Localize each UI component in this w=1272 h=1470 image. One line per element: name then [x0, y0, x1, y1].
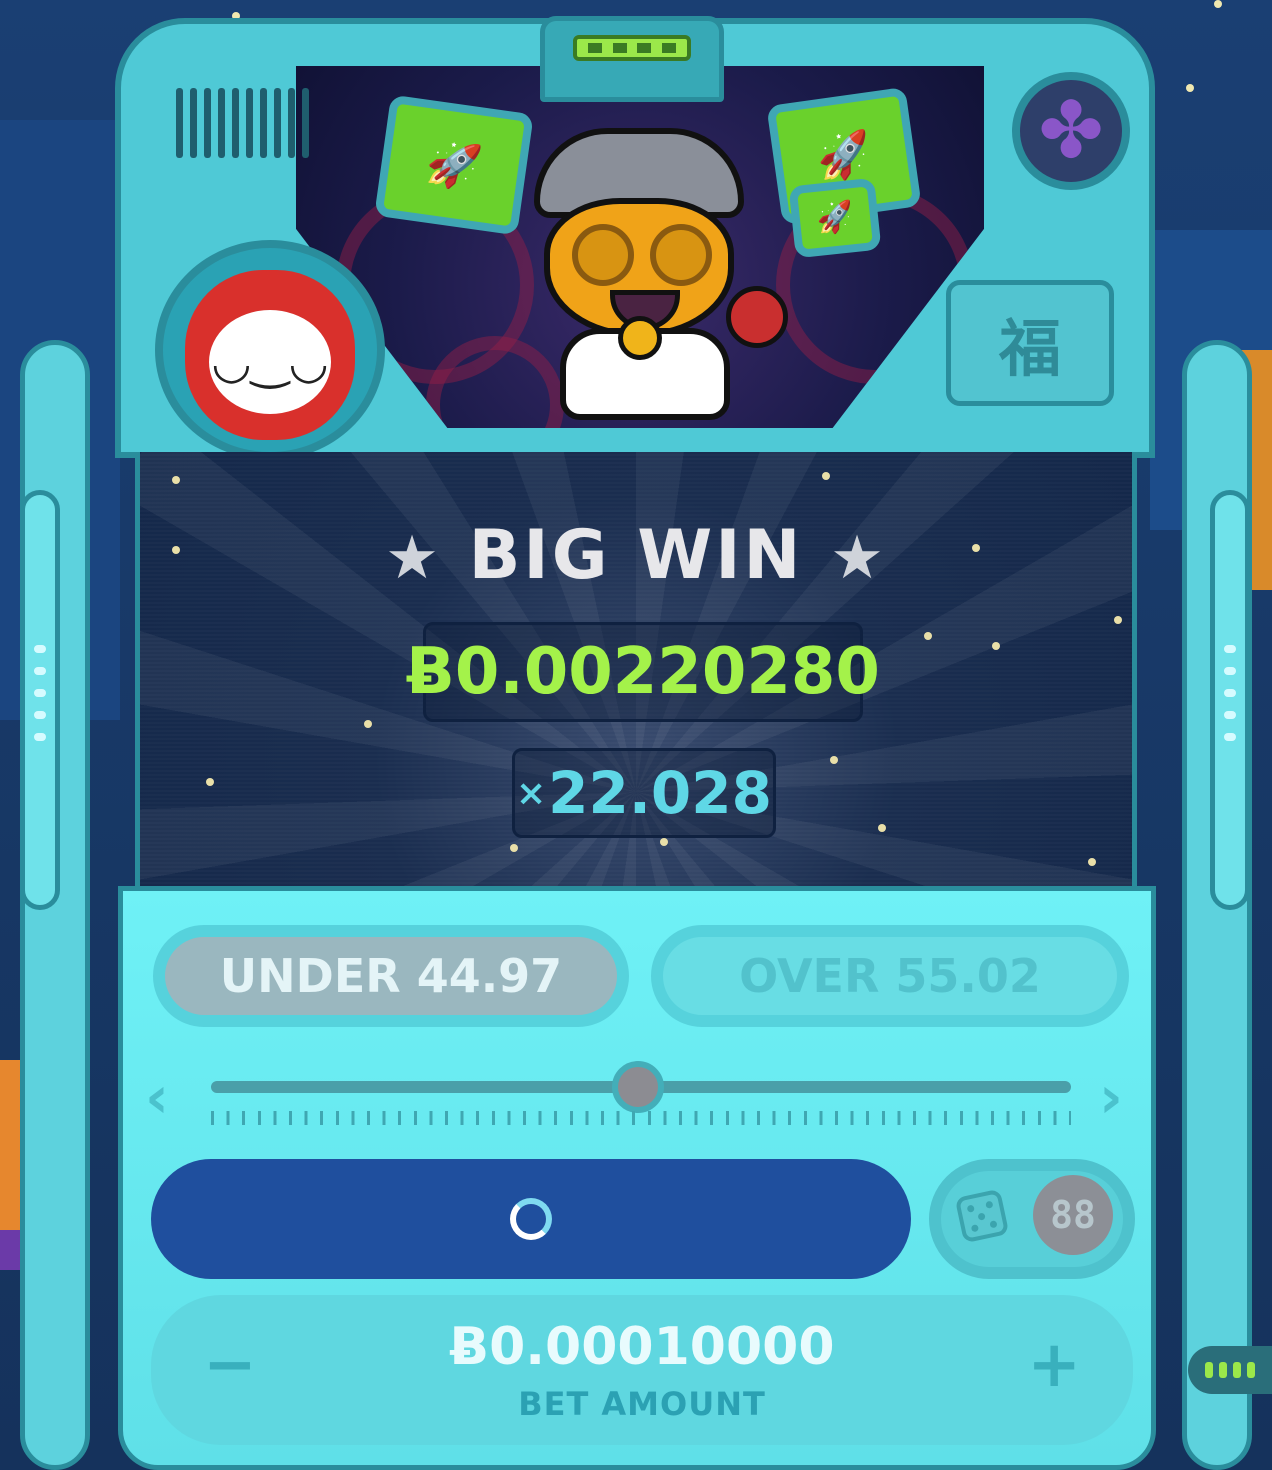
- rail-indicator: [34, 645, 46, 741]
- big-win-text: BIG WIN: [468, 516, 804, 595]
- bet-amount-label: BET AMOUNT: [518, 1385, 766, 1423]
- auto-bet-count: 88: [1033, 1175, 1113, 1255]
- multiplier-value: 22.028: [548, 759, 772, 827]
- under-label: UNDER 44.97: [219, 949, 563, 1003]
- bet-amount-value: Ƀ0.00010000: [449, 1317, 835, 1377]
- signal-lamp: [573, 35, 691, 61]
- vent-grille: [176, 88, 309, 158]
- star-dot: [172, 476, 180, 484]
- star-dot: [660, 838, 668, 846]
- cat-eye: [650, 224, 712, 286]
- side-indicator: [1188, 1346, 1272, 1394]
- rocket-icon: 🚀: [423, 136, 485, 195]
- top-signal-light: [540, 16, 724, 102]
- star-icon: ★: [830, 523, 887, 593]
- under-button[interactable]: UNDER 44.97: [153, 925, 629, 1027]
- payout-box: Ƀ0.00220280: [406, 622, 880, 722]
- increase-bet-button[interactable]: +: [1027, 1333, 1081, 1397]
- star-dot: [364, 720, 372, 728]
- payout-amount: Ƀ0.00220280: [406, 635, 880, 709]
- dice-icon: [954, 1188, 1010, 1244]
- daruma-porthole: ◡‿◡: [155, 240, 385, 460]
- star-dot: [822, 472, 830, 480]
- roll-button[interactable]: [151, 1159, 911, 1279]
- background-star: [1186, 84, 1194, 92]
- fortune-character: 福: [998, 312, 1061, 385]
- slider-thumb[interactable]: [612, 1061, 665, 1113]
- star-dot: [1114, 616, 1122, 624]
- daruma-mascot: ◡‿◡: [185, 270, 355, 440]
- cat-ball: [726, 286, 788, 348]
- background-star: [1214, 0, 1222, 8]
- star-dot: [1088, 858, 1096, 866]
- left-rail: [20, 490, 60, 910]
- multiplier-symbol: ×: [516, 772, 547, 814]
- chevron-right-icon[interactable]: ›: [1099, 1063, 1123, 1131]
- rocket-screen: 🚀: [374, 94, 534, 236]
- star-dot: [206, 778, 214, 786]
- cat-bell-icon: [618, 316, 662, 360]
- fan-icon: ✤: [1012, 72, 1130, 190]
- star-dot: [878, 824, 886, 832]
- star-dot: [830, 756, 838, 764]
- chevron-left-icon[interactable]: ‹: [145, 1063, 169, 1131]
- star-icon: ★: [385, 523, 442, 593]
- star-dot: [510, 844, 518, 852]
- loading-spinner-icon: [510, 1198, 552, 1240]
- daruma-face: ◡‿◡: [209, 310, 331, 414]
- rocket-icon: 🚀: [813, 127, 875, 186]
- star-dot: [992, 642, 1000, 650]
- cat-eye: [572, 224, 634, 286]
- rocket-screen: 🚀: [788, 177, 882, 259]
- star-dot: [924, 632, 932, 640]
- fortune-plate: 福: [946, 280, 1114, 406]
- slider-ticks: [211, 1111, 1071, 1125]
- fan-blade-icon: ✤: [1038, 86, 1104, 176]
- rail-indicator: [1224, 645, 1236, 741]
- over-button[interactable]: OVER 55.02: [651, 925, 1129, 1027]
- big-win-title: ★ BIG WIN ★: [140, 516, 1132, 595]
- result-display: ★ BIG WIN ★ Ƀ0.00220280 × 22.028: [135, 452, 1137, 888]
- lucky-cat-mascot: [520, 108, 788, 420]
- rocket-icon: 🚀: [814, 198, 856, 238]
- over-label: OVER 55.02: [739, 949, 1041, 1003]
- right-rail: [1210, 490, 1250, 910]
- control-panel: UNDER 44.97 OVER 55.02 ‹ › 88 − Ƀ0.00010…: [118, 886, 1156, 1470]
- bet-amount-field[interactable]: − Ƀ0.00010000 BET AMOUNT +: [151, 1295, 1133, 1445]
- auto-bet-toggle[interactable]: 88: [929, 1159, 1135, 1279]
- multiplier-box: × 22.028: [512, 748, 776, 838]
